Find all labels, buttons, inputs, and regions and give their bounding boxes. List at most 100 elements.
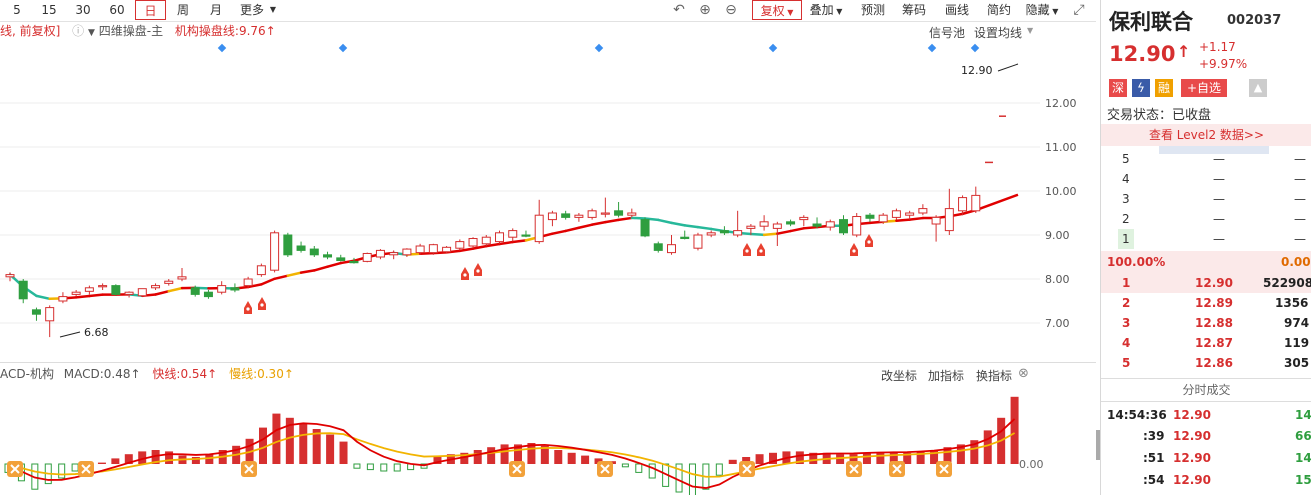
candle-body [799,216,809,221]
candle-body [587,210,597,218]
fullscreen-icon[interactable]: ⤢ [1070,0,1088,20]
period-day[interactable]: 日 [135,0,166,20]
chevron-down-icon: ▼ [784,8,794,17]
candle-body [415,245,425,254]
candle-body [508,230,518,238]
candle-body [838,219,848,234]
signal-pool-link[interactable]: 信号池 [929,24,965,41]
level-index: 1 [1122,276,1131,290]
ma-segment [590,220,607,226]
candle-body [203,291,213,298]
level-index: 5 [1122,356,1131,370]
candle-body [891,210,901,218]
level-price: 12.89 [1195,296,1233,310]
period-more[interactable]: 更多 [236,0,268,20]
zoom-in-icon[interactable]: ⊕ [696,0,714,20]
period-5[interactable]: 5 [10,0,24,20]
macd-bar [635,463,643,473]
more-dropdown-icon[interactable]: ▼ [268,0,278,20]
pane-divider[interactable] [0,362,1096,363]
fast-line-value: 快线:0.54 [152,367,208,381]
indicator-name[interactable]: 四维操盘-主 [99,24,163,38]
candle-body [151,285,161,289]
low-price-label: 6.68 [84,326,109,339]
candle-body [217,285,227,293]
candle-body [349,260,359,264]
ma-segment [604,218,620,224]
hide-button[interactable]: 隐藏 ▼ [1022,0,1062,20]
signal-diamond [768,43,778,53]
sell-level-row: 2 — — [1101,209,1311,229]
period-30[interactable]: 30 [72,0,94,20]
simple-button[interactable]: 简约 [984,0,1014,20]
ma-segment [776,229,792,235]
set-ma-link[interactable]: 设置均线 [974,24,1022,41]
level-index: 2 [1122,296,1131,310]
candle-body [746,225,756,229]
ma-segment [551,229,567,235]
buy-level-row: 5 12.86 305 [1101,353,1311,373]
chevron-down-icon[interactable]: ▼ [1027,26,1033,35]
macd-bar [71,463,79,472]
signal-markers [217,43,980,314]
trade-row: :51 12.90 14 [1101,448,1311,468]
close-icon[interactable]: ⊗ [1018,366,1029,381]
undo-icon[interactable]: ↶ [670,0,688,20]
candle-body [878,214,888,223]
period-60[interactable]: 60 [106,0,128,20]
macd-bar [58,463,66,479]
ma-segment [299,269,316,274]
inst-line-value: 机构操盘线:9.76 [174,24,266,38]
change-axis-link[interactable]: 改坐标 [881,367,917,384]
period-week[interactable]: 周 [172,0,194,20]
candle-body [667,244,676,254]
trade-time: 14:54:36 [1107,408,1167,422]
arrow-up-icon: ↑ [265,24,276,38]
main-legend: 线, 前复权] ⓘ ▼ 四维操盘-主 机构操盘线:9.76↑ [0,22,276,40]
macd-bar [326,434,335,464]
exchange-badge[interactable]: 深 [1109,79,1127,97]
margin-badge[interactable]: 融 [1155,79,1173,97]
ma-segment [670,221,686,227]
add-indicator-link[interactable]: 加指标 [928,367,964,384]
ratio-right: 0.00% [1281,255,1311,269]
trade-volume: 15 [1295,473,1311,487]
zoom-out-icon[interactable]: ⊖ [722,0,740,20]
overlay-button[interactable]: 叠加 ▼ [806,0,846,20]
candle-body [362,252,372,262]
ma-segment [762,232,779,237]
period-month[interactable]: 月 [205,0,227,20]
macd-bar [473,450,482,464]
forecast-button[interactable]: 预测 [858,0,888,20]
chevron-down-icon[interactable]: ▼ [88,28,95,38]
macd-bar [380,463,388,472]
arrow-up-icon: ↑ [130,367,141,381]
level2-link[interactable]: 查看 Level2 数据>> [1101,124,1311,146]
trade-time: :54 [1143,473,1165,487]
ma-segment [286,271,303,277]
candle-body [58,296,68,302]
macd-bar [111,458,120,464]
level-price: — [1213,172,1225,186]
level-volume: — [1294,172,1306,186]
adjust-rights-button[interactable]: 复权 ▼ [752,0,802,20]
help-icon[interactable]: ⓘ [72,24,84,38]
draw-line-button[interactable]: 画线 [942,0,972,20]
ma-segment [326,261,342,268]
alert-bell-icon[interactable]: ▲ [1249,79,1267,97]
period-15[interactable]: 15 [38,0,60,20]
level2-badge-icon[interactable]: ϟ [1132,79,1150,97]
ratio-left: 100.00% [1107,255,1166,269]
buy-level-row: 4 12.87 119 [1101,333,1311,353]
chips-button[interactable]: 筹码 [899,0,929,20]
arrow-up-icon: ↑ [283,367,294,381]
signal-diamond [927,43,937,53]
macd-bar [272,413,281,464]
switch-indicator-link[interactable]: 换指标 [976,367,1012,384]
macd-name[interactable]: ACD-机构 [0,367,54,381]
level-volume: — [1294,232,1306,246]
candle-body [389,252,399,256]
stock-name: 保利联合 [1109,10,1193,34]
add-watchlist-button[interactable]: +自选 [1181,79,1227,97]
level-price: — [1213,192,1225,206]
